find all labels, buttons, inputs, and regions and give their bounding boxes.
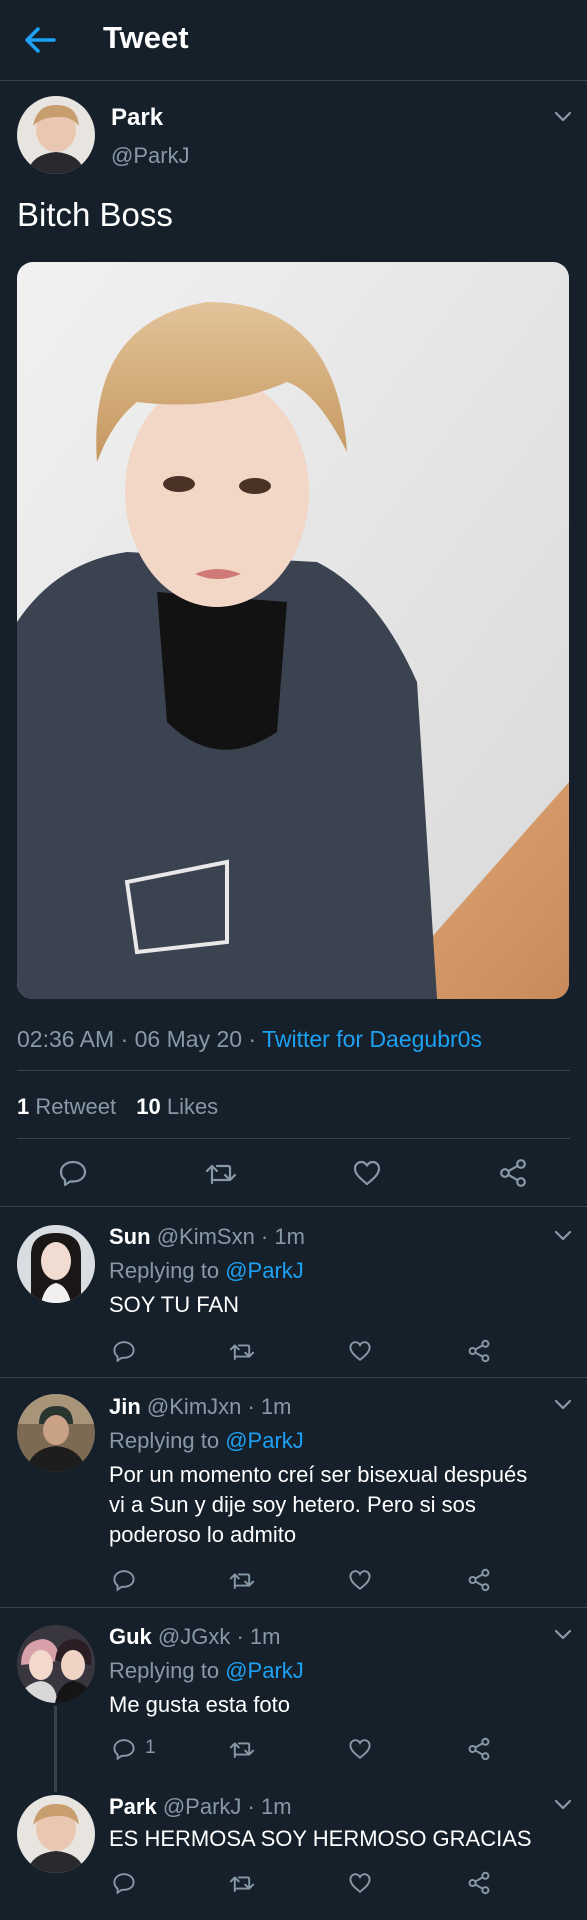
reply-header: Guk @JGxk · 1m bbox=[109, 1622, 280, 1652]
meta-separator: · bbox=[248, 1026, 257, 1052]
reply-icon[interactable] bbox=[112, 1871, 136, 1895]
retweet-icon[interactable] bbox=[228, 1737, 256, 1761]
tweet-date: 06 May 20 bbox=[134, 1026, 243, 1052]
divider bbox=[17, 1138, 570, 1139]
engagement-counts: 1 Retweet 10 Likes bbox=[17, 1094, 218, 1120]
replying-to-label: Replying to bbox=[109, 1428, 220, 1453]
tweet-source-link[interactable]: Twitter for Daegubr0s bbox=[262, 1026, 482, 1052]
share-icon[interactable] bbox=[467, 1339, 491, 1363]
tweet-meta: 02:36 AM · 06 May 20 · Twitter for Daegu… bbox=[17, 1026, 482, 1053]
retweet-icon[interactable] bbox=[228, 1871, 256, 1895]
page-title: Tweet bbox=[103, 20, 189, 55]
reply-handle-time[interactable]: @JGxk · 1m bbox=[158, 1624, 281, 1649]
chevron-down-icon[interactable] bbox=[553, 1229, 573, 1243]
back-arrow-icon[interactable] bbox=[22, 24, 58, 56]
chevron-down-icon[interactable] bbox=[553, 1398, 573, 1412]
reply-author-name[interactable]: Park bbox=[109, 1794, 157, 1819]
avatar[interactable] bbox=[17, 96, 95, 174]
share-icon[interactable] bbox=[467, 1737, 491, 1761]
tweet-time: 02:36 AM bbox=[17, 1026, 115, 1052]
tweet-text: Bitch Boss bbox=[17, 196, 173, 233]
chevron-down-icon[interactable] bbox=[553, 1798, 573, 1812]
reply-icon[interactable] bbox=[112, 1568, 136, 1592]
reply-text-line: Por un momento creí ser bisexual después bbox=[109, 1462, 528, 1487]
avatar[interactable] bbox=[17, 1394, 95, 1472]
reply-header: Park @ParkJ · 1m bbox=[109, 1792, 292, 1822]
author-handle[interactable]: @ParkJ bbox=[111, 143, 190, 169]
reply-header: Jin @KimJxn · 1m bbox=[109, 1392, 292, 1422]
replying-to-label: Replying to bbox=[109, 1258, 220, 1283]
reply-count: 1 bbox=[145, 1737, 156, 1758]
reply-icon[interactable] bbox=[112, 1737, 136, 1761]
retweet-icon[interactable] bbox=[228, 1568, 256, 1592]
reply-icon[interactable] bbox=[112, 1339, 136, 1363]
top-bar: Tweet bbox=[0, 0, 587, 81]
divider bbox=[0, 1607, 587, 1608]
avatar[interactable] bbox=[17, 1625, 95, 1703]
reply-handle-time[interactable]: @ParkJ · 1m bbox=[163, 1794, 292, 1819]
like-icon[interactable] bbox=[348, 1737, 372, 1761]
likes-count-link[interactable]: 10 Likes bbox=[136, 1094, 218, 1119]
replying-to-link[interactable]: @ParkJ bbox=[225, 1258, 304, 1283]
retweet-label: Retweet bbox=[35, 1094, 117, 1119]
reply-author-name[interactable]: Guk bbox=[109, 1624, 152, 1649]
chevron-down-icon[interactable] bbox=[553, 1628, 573, 1642]
divider bbox=[0, 1377, 587, 1378]
replying-to-label: Replying to bbox=[109, 1658, 220, 1683]
avatar[interactable] bbox=[17, 1225, 95, 1303]
avatar[interactable] bbox=[17, 1795, 95, 1873]
retweet-icon[interactable] bbox=[228, 1339, 256, 1363]
chevron-down-icon[interactable] bbox=[553, 110, 573, 124]
share-icon[interactable] bbox=[498, 1158, 528, 1188]
like-count: 10 bbox=[136, 1094, 161, 1119]
replying-to: Replying to @ParkJ bbox=[109, 1256, 304, 1286]
reply-text: ES HERMOSA SOY HERMOSO GRACIAS bbox=[109, 1826, 532, 1851]
reply-text-line: poderoso lo admito bbox=[109, 1522, 297, 1547]
like-icon[interactable] bbox=[348, 1871, 372, 1895]
reply-handle-time[interactable]: @KimSxn · 1m bbox=[157, 1224, 305, 1249]
reply-text-line: vi a Sun y dije soy hetero. Pero si sos bbox=[109, 1492, 476, 1517]
share-icon[interactable] bbox=[467, 1871, 491, 1895]
meta-separator: · bbox=[120, 1026, 129, 1052]
reply-icon[interactable] bbox=[58, 1158, 88, 1188]
retweet-count: 1 bbox=[17, 1094, 30, 1119]
replying-to-link[interactable]: @ParkJ bbox=[225, 1658, 304, 1683]
replying-to: Replying to @ParkJ bbox=[109, 1656, 304, 1686]
like-label: Likes bbox=[166, 1094, 219, 1119]
divider bbox=[17, 1070, 570, 1071]
share-icon[interactable] bbox=[467, 1568, 491, 1592]
divider bbox=[0, 1206, 587, 1207]
like-icon[interactable] bbox=[348, 1568, 372, 1592]
reply-author-name[interactable]: Jin bbox=[109, 1394, 141, 1419]
author-name[interactable]: Park bbox=[111, 104, 163, 132]
like-icon[interactable] bbox=[348, 1339, 372, 1363]
replying-to: Replying to @ParkJ bbox=[109, 1426, 304, 1456]
like-icon[interactable] bbox=[352, 1158, 382, 1188]
reply-author-name[interactable]: Sun bbox=[109, 1224, 151, 1249]
reply-header: Sun @KimSxn · 1m bbox=[109, 1222, 305, 1252]
thread-line bbox=[54, 1706, 57, 1792]
replying-to-link[interactable]: @ParkJ bbox=[225, 1428, 304, 1453]
retweets-count-link[interactable]: 1 Retweet bbox=[17, 1094, 116, 1119]
reply-handle-time[interactable]: @KimJxn · 1m bbox=[147, 1394, 292, 1419]
reply-text: SOY TU FAN bbox=[109, 1292, 240, 1317]
retweet-icon[interactable] bbox=[204, 1158, 238, 1188]
tweet-photo[interactable] bbox=[17, 262, 569, 999]
reply-text: Me gusta esta foto bbox=[109, 1692, 290, 1717]
